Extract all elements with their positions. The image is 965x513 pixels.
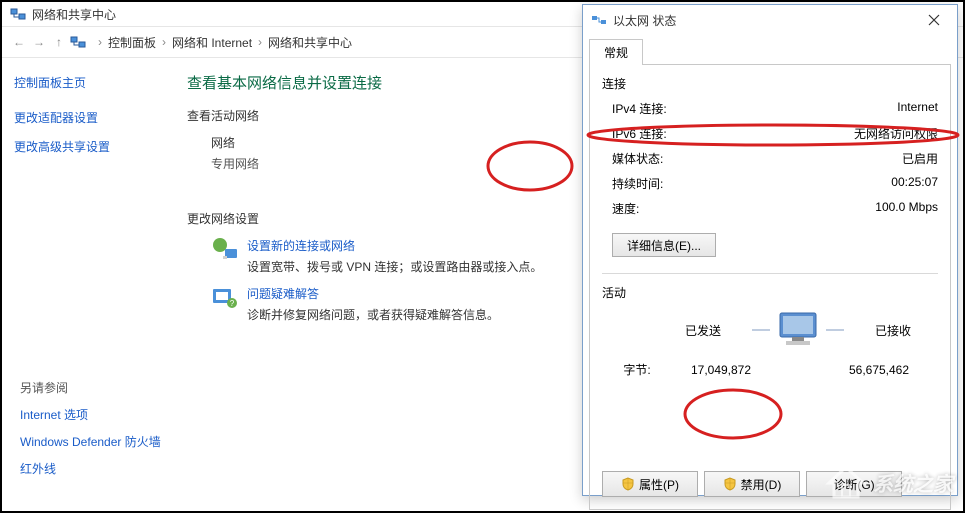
close-button[interactable] <box>919 8 949 32</box>
dash-icon <box>752 329 770 331</box>
dash-icon <box>826 329 844 331</box>
new-connection-link[interactable]: 设置新的连接或网络 <box>247 237 542 254</box>
dialog-titlebar: 以太网 状态 <box>583 5 957 35</box>
recv-header: 已接收 <box>848 322 938 339</box>
related-title: 另请参阅 <box>20 379 161 396</box>
ethernet-status-dialog: 以太网 状态 常规 连接 IPv4 连接: Internet IPv6 连接: 无网… <box>582 4 958 496</box>
activity-group-label: 活动 <box>602 284 938 301</box>
ethernet-icon <box>591 12 607 28</box>
speed-label: 速度: <box>612 200 639 217</box>
close-icon <box>928 14 940 26</box>
chevron-right-icon: › <box>162 35 166 49</box>
watermark: 系统之家 <box>825 463 953 501</box>
sidebar-adapter-settings[interactable]: 更改适配器设置 <box>14 109 165 126</box>
bytes-recv-value: 56,675,462 <box>820 363 938 377</box>
forward-button[interactable]: → <box>30 33 48 51</box>
sidebar: 控制面板主页 更改适配器设置 更改高级共享设置 另请参阅 Internet 选项… <box>2 58 177 511</box>
sidebar-advanced-sharing[interactable]: 更改高级共享设置 <box>14 138 165 155</box>
speed-value: 100.0 Mbps <box>875 200 938 217</box>
duration-label: 持续时间: <box>612 175 663 192</box>
troubleshoot-desc: 诊断并修复网络问题，或者获得疑难解答信息。 <box>247 306 499 323</box>
ipv4-value: Internet <box>897 100 938 117</box>
svg-text:?: ? <box>230 299 235 308</box>
sidebar-control-panel-home[interactable]: 控制面板主页 <box>14 74 165 91</box>
sent-header: 已发送 <box>658 322 748 339</box>
details-button[interactable]: 详细信息(E)... <box>612 233 716 257</box>
disable-button-text: 禁用(D) <box>741 476 782 493</box>
related-internet-options[interactable]: Internet 选项 <box>20 406 161 423</box>
up-button[interactable]: ↑ <box>50 33 68 51</box>
network-icon <box>10 6 26 22</box>
duration-value: 00:25:07 <box>891 175 938 192</box>
dialog-content: 连接 IPv4 连接: Internet IPv6 连接: 无网络访问权限 媒体状态… <box>589 64 951 510</box>
media-state-label: 媒体状态: <box>612 150 663 167</box>
breadcrumb-network-internet[interactable]: 网络和 Internet <box>172 34 252 51</box>
house-icon <box>825 463 867 501</box>
connection-group-label: 连接 <box>602 75 938 92</box>
watermark-text: 系统之家 <box>873 468 953 497</box>
breadcrumb-control-panel[interactable]: 控制面板 <box>108 34 156 51</box>
tab-general[interactable]: 常规 <box>589 39 643 65</box>
related-defender-firewall[interactable]: Windows Defender 防火墙 <box>20 433 161 450</box>
properties-button-text: 属性(P) <box>639 476 679 493</box>
bytes-sent-value: 17,049,872 <box>662 363 780 377</box>
bytes-label: 字节: <box>602 361 662 378</box>
media-state-value: 已启用 <box>902 150 938 167</box>
network-icon <box>70 34 86 50</box>
disable-button[interactable]: 禁用(D) <box>704 471 800 497</box>
dialog-title-text: 以太网 状态 <box>613 12 676 29</box>
back-button[interactable]: ← <box>10 33 28 51</box>
related-infrared[interactable]: 红外线 <box>20 460 161 477</box>
divider <box>602 273 938 274</box>
monitor-icon <box>774 311 822 349</box>
troubleshoot-link[interactable]: 问题疑难解答 <box>247 285 499 302</box>
ipv4-label: IPv4 连接: <box>612 100 667 117</box>
related-section: 另请参阅 Internet 选项 Windows Defender 防火墙 红外… <box>20 379 161 487</box>
main-title-text: 网络和共享中心 <box>32 6 116 23</box>
troubleshoot-icon: ? <box>211 285 239 309</box>
ipv6-value: 无网络访问权限 <box>854 125 938 142</box>
shield-icon <box>621 477 635 491</box>
breadcrumb-network-center[interactable]: 网络和共享中心 <box>268 34 352 51</box>
properties-button[interactable]: 属性(P) <box>602 471 698 497</box>
shield-icon <box>723 477 737 491</box>
chevron-right-icon: › <box>258 35 262 49</box>
chevron-right-icon: › <box>98 35 102 49</box>
new-connection-desc: 设置宽带、拨号或 VPN 连接；或设置路由器或接入点。 <box>247 258 542 275</box>
new-connection-icon <box>211 237 239 261</box>
ipv6-label: IPv6 连接: <box>612 125 667 142</box>
